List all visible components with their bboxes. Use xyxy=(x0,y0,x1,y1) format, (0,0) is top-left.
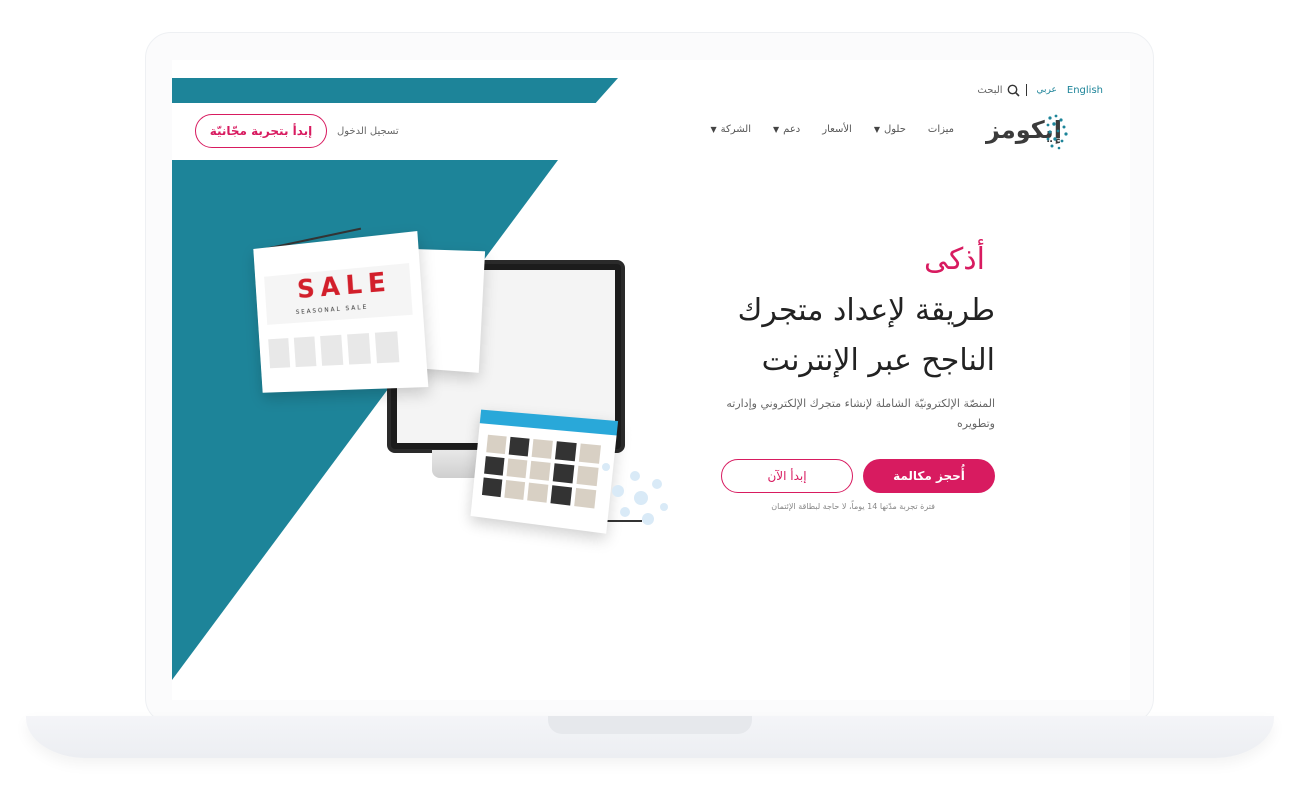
catalog-item xyxy=(576,465,599,487)
catalog-grid xyxy=(481,434,601,509)
product-thumbnail xyxy=(320,334,344,366)
catalog-item xyxy=(506,458,528,479)
nav-item-pricing[interactable]: الأسعار xyxy=(822,124,852,135)
hero-title-line-2: الناجح عبر الإنترنت xyxy=(761,343,995,378)
catalog-item xyxy=(481,477,503,498)
language-arabic-link[interactable]: عربي xyxy=(1033,85,1061,95)
chevron-down-icon: ▼ xyxy=(710,125,717,134)
language-english-link[interactable]: English xyxy=(1067,85,1103,96)
trial-note: فترة تجربة مدّتها 14 يوماً، لا حاجة لبطا… xyxy=(771,502,935,511)
dotted-logo-icon xyxy=(1046,114,1068,150)
language-separator xyxy=(1025,84,1027,96)
hero-cta-row: أُحجز مكالمة إبدأ الآن xyxy=(721,459,995,493)
catalog-item xyxy=(550,485,573,506)
product-thumbnail xyxy=(268,338,291,369)
catalog-item xyxy=(484,456,505,476)
site-logo[interactable]: إيكومز xyxy=(978,112,1070,152)
product-thumbnail xyxy=(293,336,317,368)
catalog-item xyxy=(527,482,549,503)
search-icon xyxy=(1007,84,1020,97)
nav-item-support[interactable]: دعم ▼ xyxy=(773,124,800,135)
nav-item-features[interactable]: ميزات xyxy=(928,124,954,135)
chevron-down-icon: ▼ xyxy=(873,125,880,134)
nav-item-label: الشركة xyxy=(720,124,752,135)
nav-item-solutions[interactable]: حلول ▼ xyxy=(874,124,906,135)
product-thumbnail xyxy=(374,331,400,364)
sale-page-card: SALE SEASONAL SALE xyxy=(253,231,429,393)
catalog-item xyxy=(486,434,507,455)
free-trial-button[interactable]: إبدأ بتجربة مجّانيّة xyxy=(195,114,327,148)
search-link[interactable]: البحث xyxy=(977,84,1020,97)
book-call-button[interactable]: أُحجز مكالمة xyxy=(863,459,995,493)
teal-stripe-decoration xyxy=(172,78,618,103)
product-thumbnails xyxy=(268,331,400,369)
search-label: البحث xyxy=(977,84,1003,96)
main-navigation: إيكومز ميزات حلول ▼ الأسعار دعم ▼ الشركة… xyxy=(172,112,1130,152)
laptop-notch xyxy=(548,716,752,734)
nav-item-company[interactable]: الشركة ▼ xyxy=(710,124,751,135)
top-utility-bar: البحث عربي English xyxy=(977,82,1103,98)
nav-item-label: ميزات xyxy=(927,124,954,135)
hero-title-line-1: طريقة لإعداد متجرك xyxy=(737,293,995,328)
hero-accent-word: أذكى xyxy=(924,242,985,277)
nav-item-label: الأسعار xyxy=(822,124,852,135)
catalog-grid-card xyxy=(470,409,619,534)
login-link[interactable]: تسجيل الدخول xyxy=(337,126,399,137)
catalog-item xyxy=(578,443,601,464)
catalog-item xyxy=(574,487,597,509)
product-mockup-illustration: SALE SEASONAL SALE xyxy=(242,227,668,534)
product-thumbnail xyxy=(347,333,371,365)
nav-menu: ميزات حلول ▼ الأسعار دعم ▼ الشركة ▼ xyxy=(710,124,954,135)
catalog-item xyxy=(554,441,577,462)
hero-section: أذكى طريقة لإعداد متجرك الناجح عبر الإنت… xyxy=(695,240,995,434)
catalog-item xyxy=(531,439,553,459)
nav-item-label: دعم xyxy=(783,124,801,135)
chevron-down-icon: ▼ xyxy=(773,125,780,134)
start-now-button[interactable]: إبدأ الآن xyxy=(721,459,853,493)
catalog-item xyxy=(508,436,530,457)
catalog-item xyxy=(529,460,551,481)
hero-description: المنصّة الإلكترونيّة الشاملة لإنشاء متجر… xyxy=(726,397,995,430)
nav-item-label: حلول xyxy=(883,124,906,135)
catalog-item xyxy=(552,463,575,484)
catalog-item xyxy=(504,480,526,500)
website-screen: البحث عربي English إيكومز ميزات حلول ▼ ا… xyxy=(172,60,1130,700)
